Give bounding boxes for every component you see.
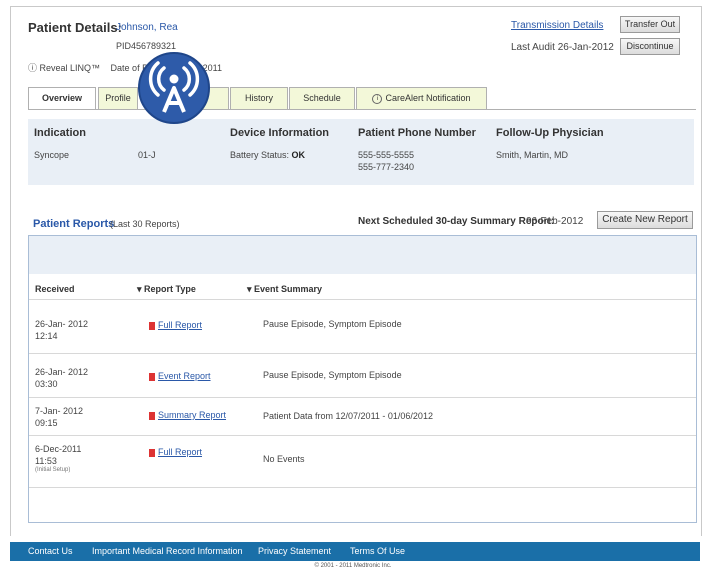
tab-overview[interactable]: Overview [28,87,96,110]
row-1-report-link[interactable]: Full Report [149,320,202,330]
row-3-report-link[interactable]: Summary Report [149,410,226,420]
row-4-date: 6-Dec-2011 [35,444,82,454]
row-divider [29,435,696,436]
broadcast-a-icon-graphic [148,61,200,113]
patient-details-label: Patient Details: [28,20,122,35]
patient-name-link[interactable]: Johnson, Rea [116,22,178,33]
device-name: ⓘ Reveal LINQ™ [28,63,101,73]
row-1-time: 12:14 [35,331,58,341]
battery-status: Battery Status: OK [230,149,305,161]
document-icon [149,411,155,420]
row-1-received: 26-Jan- 2012 12:14 [35,318,115,342]
footer-terms-link[interactable]: Terms Of Use [350,546,405,556]
col-received[interactable]: Received [35,284,75,294]
physician-heading: Follow-Up Physician [496,127,604,139]
broadcast-a-icon [138,52,210,124]
row-4-note: (Initial Setup) [35,467,71,473]
copyright: © 2001 - 2011 Medtronic Inc. [314,563,392,569]
tab-carealert-label: CareAlert Notification [385,93,471,103]
sort-icon: ▾ [247,284,255,294]
col-report-type[interactable]: ▾ Report Type [137,284,196,295]
patient-info-panel: Indication Syncope 01-J Device Informati… [28,119,694,185]
row-3-type: Summary Report [158,410,227,420]
tab-divider [28,109,696,110]
row-2-summary: Pause Episode, Symptom Episode [263,370,402,380]
indication-value: Syncope [34,150,70,160]
header-divider [29,299,696,300]
row-2-report-link[interactable]: Event Report [149,371,211,381]
row-3-summary: Patient Data from 12/07/2011 - 01/06/201… [263,411,433,421]
next-report-date: 06-Feb-2012 [526,216,584,227]
phone-2: 555-777-2340 [358,162,415,172]
row-2-received: 26-Jan- 2012 03:30 [35,366,115,390]
last-audit: Last Audit 26-Jan-2012 [511,42,614,53]
implant-date-value: 01-J [138,150,156,160]
row-4-type: Full Report [158,447,203,457]
col-event-summary[interactable]: ▾ Event Summary [247,284,322,295]
row-4-report-link[interactable]: Full Report [149,447,202,457]
row-divider [29,353,696,354]
row-4-time: 11:53 [35,456,57,466]
next-report-label: Next Scheduled 30-day Summary Report: [358,216,555,227]
col-report-type-label: Report Type [144,284,196,294]
col-event-summary-label: Event Summary [254,284,323,294]
row-2-date: 26-Jan- 2012 [35,367,89,377]
phone-1: 555-555-5555 [358,150,415,160]
tab-carealert[interactable]: i CareAlert Notification [356,87,487,109]
patient-reports-subtitle: (Last 30 Reports) [110,219,180,229]
battery-label: Battery Status: [230,150,290,160]
tab-schedule[interactable]: Schedule [289,87,355,109]
document-icon [149,321,155,330]
footer-medical-record-link[interactable]: Important Medical Record Information [92,546,243,556]
physician-value: Smith, Martin, MD [496,150,569,160]
phone-heading: Patient Phone Number [358,127,476,139]
document-icon [149,372,155,381]
row-divider [29,487,696,488]
device-info-heading: Device Information [230,127,330,139]
transfer-out-button[interactable]: Transfer Out [620,16,680,33]
row-1-date: 26-Jan- 2012 [35,319,89,329]
carealert-icon: i [372,93,383,104]
row-3-received: 7-Jan- 2012 09:15 [35,405,115,429]
row-4-summary: No Events [263,454,305,464]
phone-list: 555-555-5555 555-777-2340 [358,149,414,173]
row-2-time: 03:30 [35,379,58,389]
sort-icon: ▾ [137,284,145,294]
row-1-summary: Pause Episode, Symptom Episode [263,319,402,329]
tab-profile[interactable]: Profile [98,87,138,109]
indication-heading: Indication [34,127,86,139]
footer-bar: Contact Us Important Medical Record Info… [10,542,700,561]
patient-id: PID456789321 [116,41,177,51]
row-4-received: 6-Dec-2011 11:53 (Initial Setup) [35,443,115,474]
tab-history[interactable]: History [230,87,288,109]
row-divider [29,397,696,398]
row-3-date: 7-Jan- 2012 [35,406,84,416]
discontinue-button[interactable]: Discontinue [620,38,680,55]
footer-contact-link[interactable]: Contact Us [28,546,73,556]
create-new-report-button[interactable]: Create New Report [597,211,693,229]
transmission-details-link[interactable]: Transmission Details [511,20,603,31]
document-icon [149,448,155,457]
row-1-type: Full Report [158,320,203,330]
row-3-time: 09:15 [35,418,58,428]
battery-value: OK [291,150,306,160]
reports-band [29,236,696,274]
footer-privacy-link[interactable]: Privacy Statement [258,546,331,556]
row-2-type: Event Report [158,371,211,381]
reports-panel: Received ▾ Report Type ▾ Event Summary 2… [28,235,697,523]
patient-reports-title: Patient Reports [33,218,115,230]
